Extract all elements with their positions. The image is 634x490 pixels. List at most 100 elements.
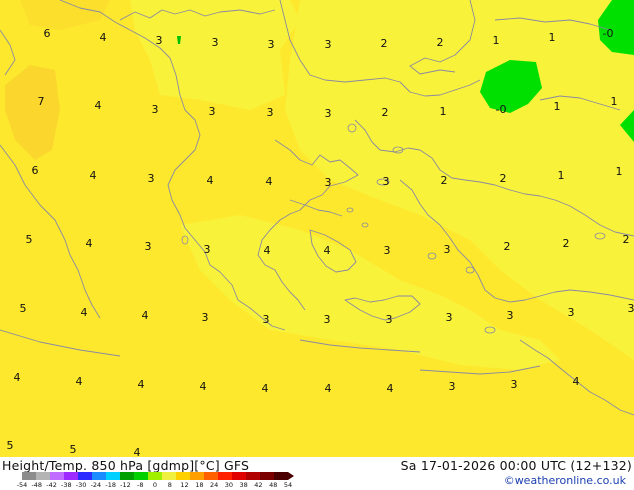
scale-tick-label: 18 [195, 481, 203, 489]
contour-label: 6 [32, 164, 39, 177]
valid-datetime: Sa 17-01-2026 00:00 UTC (12+132) [400, 458, 632, 473]
contour-label: 4 [76, 375, 83, 388]
contour-label: 3 [383, 175, 390, 188]
scale-swatch [148, 472, 162, 480]
scale-swatch [190, 472, 204, 480]
scale-arrow-right [288, 472, 294, 480]
contour-label: 5 [70, 443, 77, 456]
contour-label: 3 [449, 380, 456, 393]
contour-label: 2 [500, 172, 507, 185]
map-title: Height/Temp. 850 hPa [gdmp][°C] GFS [2, 458, 250, 473]
footer: Height/Temp. 850 hPa [gdmp][°C] GFS Sa 1… [0, 457, 634, 490]
scale-swatch [120, 472, 134, 480]
scale-tick-label: -12 [120, 481, 131, 489]
contour-label: 3 [202, 311, 209, 324]
contour-label: 4 [573, 375, 580, 388]
contour-label: 4 [266, 175, 273, 188]
contour-label: 4 [200, 380, 207, 393]
contour-label: 6 [44, 27, 51, 40]
contour-label: 1 [549, 31, 556, 44]
contour-label: 3 [507, 309, 514, 322]
scale-swatch [36, 472, 50, 480]
contour-label: 5 [26, 233, 33, 246]
scale-swatch [274, 472, 288, 480]
scale-tick-label: -18 [105, 481, 116, 489]
contour-label: 4 [100, 31, 107, 44]
contour-label: 3 [384, 244, 391, 257]
scale-tick-label: 48 [269, 481, 277, 489]
contour-label: 4 [86, 237, 93, 250]
scale-swatch [50, 472, 64, 480]
contour-label: 3 [446, 311, 453, 324]
contour-label: 3 [209, 105, 216, 118]
contour-label: 4 [14, 371, 21, 384]
contour-label: 1 [558, 169, 565, 182]
contour-label: 5 [20, 302, 27, 315]
contour-label: 1 [440, 105, 447, 118]
contour-label: 4 [95, 99, 102, 112]
contour-label: 2 [382, 106, 389, 119]
contour-label: -0 [603, 27, 614, 40]
contour-label: 3 [386, 313, 393, 326]
contour-label: 3 [444, 243, 451, 256]
scale-swatch [246, 472, 260, 480]
contour-label: 4 [325, 382, 332, 395]
scale-tick-label: -42 [46, 481, 57, 489]
scale-swatch [92, 472, 106, 480]
scale-bars [22, 472, 288, 480]
scale-tick-label: -8 [137, 481, 143, 489]
scale-tick-label: 38 [240, 481, 248, 489]
scale-swatch [232, 472, 246, 480]
scale-swatch [106, 472, 120, 480]
contour-label: 4 [90, 169, 97, 182]
scale-swatch [78, 472, 92, 480]
contour-label: 2 [504, 240, 511, 253]
contour-label: 2 [381, 37, 388, 50]
contour-label: 3 [263, 313, 270, 326]
scale-tick-label: 42 [254, 481, 262, 489]
contour-label: 1 [493, 34, 500, 47]
contour-label: 3 [268, 38, 275, 51]
scale-tick-label: -48 [31, 481, 42, 489]
scale-tick-label: 12 [180, 481, 188, 489]
contour-label: 2 [563, 237, 570, 250]
contour-label: 4 [142, 309, 149, 322]
scale-swatch [218, 472, 232, 480]
weather-map: 6 4 3 3 3 3 2 2 1 1 -0 7 4 3 3 3 3 2 1 -0 1 1 6 4 3 4 4 3 3 2 2 1 1 5 4 3 3 4… [0, 0, 634, 457]
contour-label: 4 [207, 174, 214, 187]
contour-label: 4 [262, 382, 269, 395]
contour-label: 3 [212, 36, 219, 49]
contour-label: 4 [324, 244, 331, 257]
scale-swatch [204, 472, 218, 480]
map-canvas: 6 4 3 3 3 3 2 2 1 1 -0 7 4 3 3 3 3 2 1 -0 1 1 6 4 3 4 4 3 3 2 2 1 1 5 4 3 3 4… [0, 0, 634, 457]
scale-swatch [134, 472, 148, 480]
contour-label: 3 [568, 306, 575, 319]
scale-swatch [176, 472, 190, 480]
contour-label: 3 [148, 172, 155, 185]
contour-label: 4 [264, 244, 271, 257]
scale-swatch [64, 472, 78, 480]
contour-label: 2 [623, 233, 630, 246]
scale-tick-label: 24 [210, 481, 218, 489]
contour-label: 3 [325, 176, 332, 189]
contour-label: 5 [7, 439, 14, 452]
scale-tick-label: 54 [284, 481, 292, 489]
contour-label: 1 [554, 100, 561, 113]
scale-swatch [260, 472, 274, 480]
contour-label: 1 [611, 95, 618, 108]
scale-tick-label: -54 [17, 481, 28, 489]
contour-label: 7 [38, 95, 45, 108]
contour-label: 3 [156, 34, 163, 47]
contour-label: 3 [325, 38, 332, 51]
credit-link[interactable]: ©weatheronline.co.uk [504, 474, 626, 487]
scale-swatch [22, 472, 36, 480]
contour-label: 4 [81, 306, 88, 319]
contour-label: 2 [441, 174, 448, 187]
contour-label: 3 [511, 378, 518, 391]
scale-ticks: -54 -48 -42 -38 -30 -24 -18 -12 -8 0 8 12 18 24 30 38 42… [17, 481, 292, 489]
contour-label: 2 [437, 36, 444, 49]
contour-label: -0 [496, 103, 507, 116]
contour-label: 3 [324, 313, 331, 326]
contour-label: 3 [204, 243, 211, 256]
contour-label: 4 [134, 446, 141, 457]
